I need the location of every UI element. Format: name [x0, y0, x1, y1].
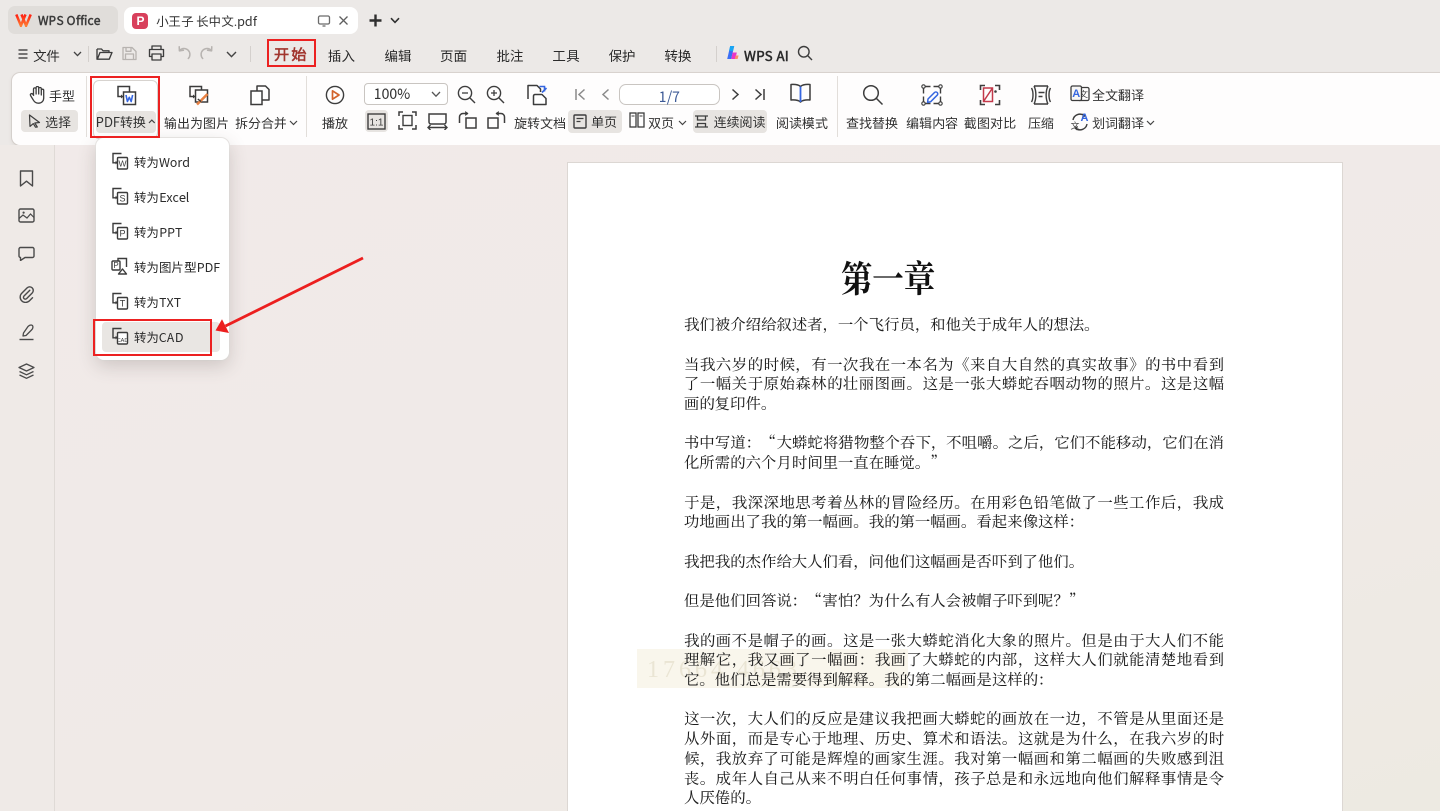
svg-text:A: A: [1072, 88, 1080, 100]
svg-text:T: T: [120, 299, 126, 309]
svg-text:A: A: [1081, 112, 1089, 124]
svg-text:P: P: [113, 261, 118, 270]
svg-text:1:1: 1:1: [370, 117, 384, 128]
svg-text:文: 文: [1070, 119, 1080, 132]
svg-text:P: P: [119, 229, 125, 239]
svg-text:W: W: [118, 159, 126, 169]
svg-text:S: S: [119, 194, 125, 204]
